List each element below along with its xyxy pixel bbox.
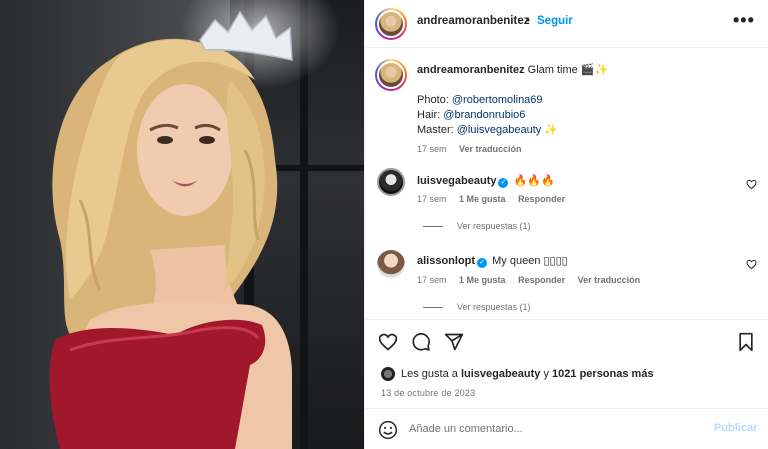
reply-button[interactable]: Responder (518, 275, 565, 285)
likes-others[interactable]: 1021 personas más (552, 368, 654, 380)
replies-dash (423, 306, 443, 308)
verified-badge-icon: ✓ (498, 178, 509, 188)
post-date[interactable]: 13 de octubre de 2023 (381, 388, 475, 398)
comment-meta: 17 sem 1 Me gusta Responder Ver traducci… (417, 275, 650, 285)
comment-icon[interactable] (411, 332, 431, 352)
view-replies-label: Ver respuestas (1) (457, 302, 531, 312)
red-dress (49, 319, 266, 449)
photo-credit-mention[interactable]: @robertomolina69 (452, 94, 543, 106)
comment-username[interactable]: luisvegabeauty (417, 175, 496, 187)
likes-prefix: Les gusta a (401, 368, 458, 380)
caption-time[interactable]: 17 sem (417, 144, 447, 154)
caption-username[interactable]: andreamoranbenitez (417, 64, 525, 76)
sparkles-emoji: ✨ (544, 124, 559, 136)
instagram-post-modal: andreamoranbenitez • Seguir ••• andreamo… (0, 0, 768, 449)
heart-icon[interactable] (378, 332, 398, 352)
master-credit-label: Master: (417, 124, 454, 136)
comment-like-heart-icon[interactable] (746, 179, 757, 190)
left-eye (157, 136, 173, 144)
post-photo[interactable] (0, 0, 364, 449)
comment-meta: 17 sem 1 Me gusta Responder (417, 194, 575, 204)
header-separator: • (526, 15, 531, 27)
hair-credit-label: Hair: (417, 109, 441, 121)
comment-composer: Publicar (365, 408, 768, 449)
comment-like-heart-icon[interactable] (746, 259, 757, 270)
more-options-icon[interactable]: ••• (733, 10, 755, 31)
post-details-panel: andreamoranbenitez • Seguir ••• andreamo… (364, 0, 768, 449)
replies-dash (423, 225, 443, 227)
author-username[interactable]: andreamoranbenitez (417, 15, 529, 27)
view-replies-button[interactable]: Ver respuestas (1) (423, 302, 531, 312)
comment-text: My queen ▯▯▯▯ (492, 255, 568, 267)
verified-badge-icon: ✓ (477, 258, 488, 268)
comment-time[interactable]: 17 sem (417, 275, 447, 285)
follow-button[interactable]: Seguir (537, 15, 573, 27)
view-replies-label: Ver respuestas (1) (457, 221, 531, 231)
right-eye (199, 136, 215, 144)
likes-connector: y (543, 368, 549, 380)
post-header: andreamoranbenitez • Seguir ••• (365, 0, 768, 48)
comment-translate-link[interactable]: Ver traducción (578, 275, 641, 285)
share-icon[interactable] (444, 332, 464, 352)
comment-likes[interactable]: 1 Me gusta (459, 275, 506, 285)
face (137, 84, 233, 216)
bookmark-icon[interactable] (737, 332, 755, 352)
comment-avatar[interactable] (377, 168, 405, 196)
clapper-emoji: 🎬 (580, 64, 595, 76)
likes-summary: Les gusta a luisvegabeauty y 1021 person… (381, 367, 654, 381)
comment-line: luisvegabeauty ✓ 🔥🔥🔥 (417, 174, 555, 188)
view-replies-button[interactable]: Ver respuestas (1) (423, 221, 531, 231)
caption-author-avatar[interactable] (375, 59, 407, 91)
author-avatar[interactable] (375, 8, 407, 40)
comment-time[interactable]: 17 sem (417, 194, 447, 204)
emoji-icon[interactable] (378, 420, 398, 440)
publish-button[interactable]: Publicar (714, 422, 757, 434)
caption-text: Glam time (527, 64, 578, 76)
comment-avatar[interactable] (377, 250, 405, 278)
sparkles-emoji: ✨ (594, 64, 609, 76)
master-credit-mention[interactable]: @luisvegabeauty (457, 124, 542, 136)
comment-text: 🔥🔥🔥 (513, 175, 555, 187)
hair-credit-mention[interactable]: @brandonrubio6 (443, 109, 525, 121)
likes-user[interactable]: luisvegabeauty (461, 368, 540, 380)
liker-avatar[interactable] (381, 367, 395, 381)
comment-likes[interactable]: 1 Me gusta (459, 194, 506, 204)
caption-translate-link[interactable]: Ver traducción (459, 144, 522, 154)
caption: andreamoranbenitez Glam time 🎬✨ Photo: @… (417, 63, 757, 157)
reply-button[interactable]: Responder (518, 194, 565, 204)
comment-input[interactable] (409, 420, 689, 438)
comment-username[interactable]: alissonlopt (417, 255, 475, 267)
comments-section: andreamoranbenitez Glam time 🎬✨ Photo: @… (365, 49, 768, 319)
comment-line: alissonlopt ✓ My queen ▯▯▯▯ (417, 254, 568, 268)
portrait-illustration (49, 10, 293, 449)
photo-credit-label: Photo: (417, 94, 449, 106)
